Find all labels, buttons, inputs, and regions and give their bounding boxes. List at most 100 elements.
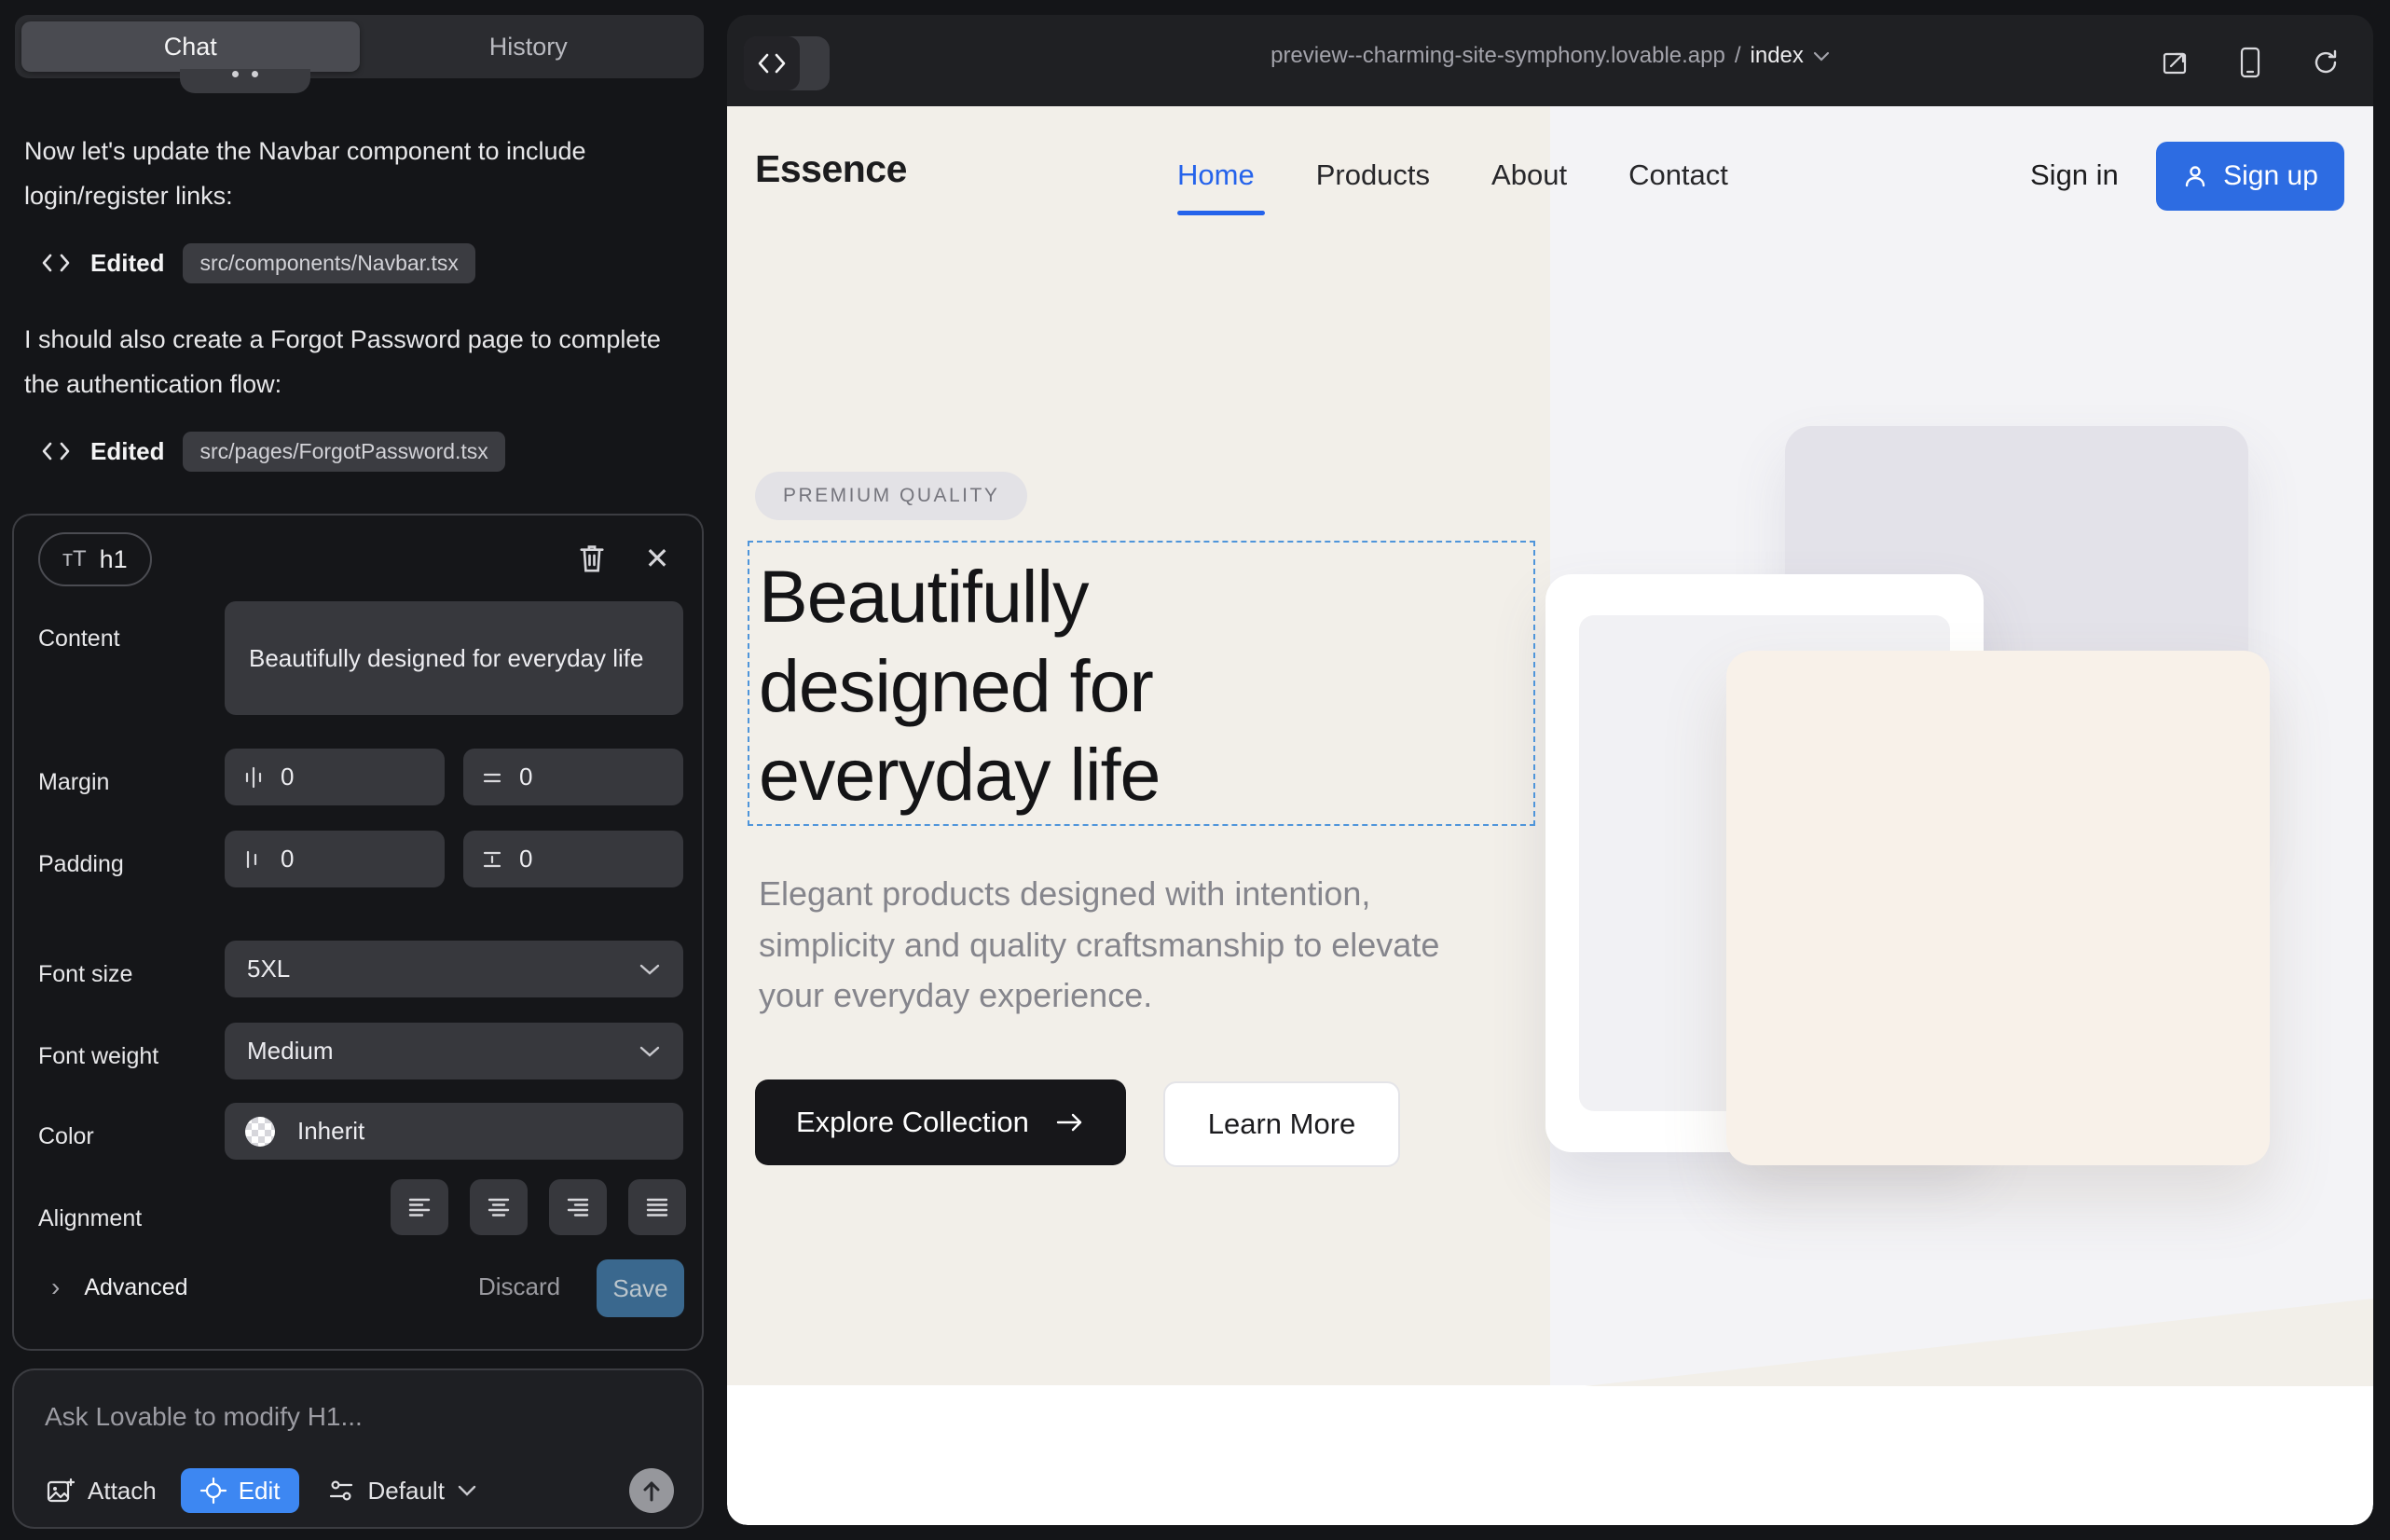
open-external-button[interactable] bbox=[2161, 48, 2189, 76]
url-page: index bbox=[1751, 43, 1804, 69]
sign-up-label: Sign up bbox=[2223, 160, 2318, 192]
url-separator: / bbox=[1735, 43, 1741, 69]
typography-icon: тT bbox=[62, 546, 87, 572]
user-icon bbox=[2182, 163, 2208, 189]
padding-vertical-icon bbox=[480, 847, 504, 872]
sign-up-button[interactable]: Sign up bbox=[2156, 142, 2344, 211]
attach-label: Attach bbox=[88, 1477, 157, 1506]
chat-composer[interactable]: Ask Lovable to modify H1... Attach bbox=[12, 1368, 704, 1529]
arrow-right-icon bbox=[1055, 1111, 1085, 1134]
delete-element-button[interactable] bbox=[571, 538, 612, 579]
chat-message: I should also create a Forgot Password p… bbox=[24, 317, 686, 406]
sidebar-tab-bar: Chat History bbox=[15, 15, 704, 78]
target-icon bbox=[199, 1477, 227, 1505]
edit-mode-button[interactable]: Edit bbox=[181, 1468, 299, 1513]
margin-y-input[interactable]: 0 bbox=[463, 749, 683, 805]
explore-collection-label: Explore Collection bbox=[796, 1106, 1029, 1139]
nav-link-products[interactable]: Products bbox=[1316, 158, 1430, 192]
edit-label: Edit bbox=[239, 1477, 281, 1506]
mode-select[interactable]: Default bbox=[327, 1477, 476, 1506]
padding-y-input[interactable]: 0 bbox=[463, 831, 683, 887]
alignment-label: Alignment bbox=[38, 1205, 142, 1232]
padding-x-input[interactable]: 0 bbox=[225, 831, 445, 887]
tab-chat[interactable]: Chat bbox=[21, 21, 360, 72]
scrolled-chip bbox=[180, 69, 310, 93]
margin-y-value: 0 bbox=[519, 763, 532, 791]
edited-file-row[interactable]: Edited src/components/Navbar.tsx bbox=[40, 241, 475, 285]
font-weight-select[interactable]: Medium bbox=[225, 1023, 683, 1079]
margin-x-value: 0 bbox=[281, 763, 294, 791]
content-input[interactable]: Beautifully designed for everyday life bbox=[225, 601, 683, 715]
attach-image-icon bbox=[45, 1476, 75, 1506]
color-select[interactable]: Inherit bbox=[225, 1103, 683, 1160]
color-label: Color bbox=[38, 1123, 94, 1150]
sign-in-link[interactable]: Sign in bbox=[2030, 158, 2119, 192]
padding-x-value: 0 bbox=[281, 845, 294, 873]
edited-label: Edited bbox=[90, 437, 164, 466]
chrome-actions bbox=[2161, 47, 2340, 78]
nav-link-home[interactable]: Home bbox=[1177, 158, 1255, 192]
edited-label: Edited bbox=[90, 249, 164, 278]
margin-x-input[interactable]: 0 bbox=[225, 749, 445, 805]
font-weight-value: Medium bbox=[247, 1037, 333, 1066]
padding-label: Padding bbox=[38, 851, 124, 878]
discard-button[interactable]: Discard bbox=[478, 1272, 560, 1301]
hero-heading[interactable]: Beautifully designed for everyday life bbox=[759, 552, 1299, 819]
composer-input[interactable]: Ask Lovable to modify H1... bbox=[45, 1402, 363, 1432]
element-tag-label: h1 bbox=[100, 545, 128, 574]
file-path-chip[interactable]: src/pages/ForgotPassword.tsx bbox=[183, 432, 504, 472]
padding-y-value: 0 bbox=[519, 845, 532, 873]
learn-more-button[interactable]: Learn More bbox=[1163, 1081, 1400, 1167]
app-window: Chat History Now let's update the Navbar… bbox=[0, 0, 2390, 1540]
sliders-icon bbox=[327, 1477, 355, 1505]
alignment-group bbox=[391, 1179, 686, 1235]
advanced-label: Advanced bbox=[84, 1274, 187, 1301]
close-panel-button[interactable]: ✕ bbox=[637, 538, 678, 579]
chevron-down-icon bbox=[458, 1485, 476, 1496]
chevron-down-icon bbox=[1813, 51, 1830, 62]
hero-paragraph: Elegant products designed with intention… bbox=[759, 869, 1504, 1022]
url-bar[interactable]: preview--charming-site-symphony.lovable.… bbox=[727, 43, 2373, 69]
advanced-toggle[interactable]: › Advanced bbox=[51, 1272, 188, 1302]
site-nav: Home Products About Contact bbox=[1177, 158, 1728, 192]
code-icon bbox=[40, 440, 72, 462]
code-icon bbox=[40, 252, 72, 274]
composer-toolbar: Attach Edit Defaul bbox=[45, 1467, 674, 1514]
font-size-label: Font size bbox=[38, 961, 132, 988]
chevron-down-icon bbox=[639, 963, 661, 976]
chat-message: Now let's update the Navbar component to… bbox=[24, 129, 686, 218]
color-value: Inherit bbox=[297, 1117, 364, 1146]
active-nav-underline bbox=[1177, 211, 1265, 215]
site-page: Essence Home Products About Contact Sign… bbox=[727, 106, 2373, 1525]
mobile-view-button[interactable] bbox=[2239, 47, 2261, 78]
url-host: preview--charming-site-symphony.lovable.… bbox=[1271, 43, 1725, 69]
chat-sidebar: Chat History Now let's update the Navbar… bbox=[0, 0, 725, 1540]
align-justify-button[interactable] bbox=[628, 1179, 686, 1235]
chevron-down-icon bbox=[639, 1045, 661, 1058]
attach-button[interactable]: Attach bbox=[45, 1476, 157, 1506]
margin-label: Margin bbox=[38, 769, 109, 796]
color-swatch bbox=[245, 1117, 275, 1147]
refresh-button[interactable] bbox=[2312, 48, 2340, 76]
tab-history[interactable]: History bbox=[360, 21, 698, 72]
save-button[interactable]: Save bbox=[597, 1259, 684, 1317]
preview-browser: preview--charming-site-symphony.lovable.… bbox=[727, 15, 2373, 1525]
edited-file-row[interactable]: Edited src/pages/ForgotPassword.tsx bbox=[40, 429, 505, 474]
align-right-button[interactable] bbox=[549, 1179, 607, 1235]
padding-horizontal-icon bbox=[241, 847, 266, 872]
align-left-button[interactable] bbox=[391, 1179, 448, 1235]
site-logo[interactable]: Essence bbox=[755, 147, 907, 191]
send-button[interactable] bbox=[629, 1468, 674, 1513]
file-path-chip[interactable]: src/components/Navbar.tsx bbox=[183, 243, 474, 283]
margin-vertical-icon bbox=[480, 765, 504, 790]
premium-badge: PREMIUM QUALITY bbox=[755, 472, 1027, 520]
product-card-front bbox=[1726, 651, 2270, 1165]
chevron-right-icon: › bbox=[51, 1272, 60, 1302]
content-label: Content bbox=[38, 626, 120, 653]
align-center-button[interactable] bbox=[470, 1179, 528, 1235]
nav-link-contact[interactable]: Contact bbox=[1628, 158, 1728, 192]
explore-collection-button[interactable]: Explore Collection bbox=[755, 1079, 1126, 1165]
nav-link-about[interactable]: About bbox=[1491, 158, 1567, 192]
font-size-select[interactable]: 5XL bbox=[225, 941, 683, 997]
font-weight-label: Font weight bbox=[38, 1043, 158, 1070]
